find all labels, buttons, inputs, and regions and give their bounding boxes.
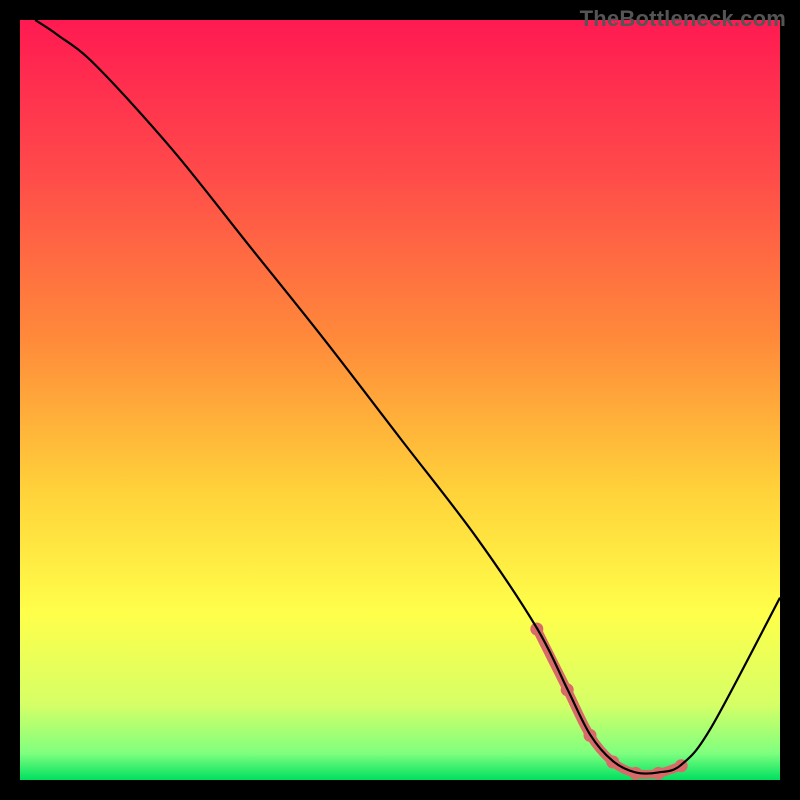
chart-svg (20, 20, 780, 780)
chart-frame: TheBottleneck.com (0, 0, 800, 800)
plot-area (20, 20, 780, 780)
watermark-text: TheBottleneck.com (580, 6, 786, 32)
gradient-background (20, 20, 780, 780)
